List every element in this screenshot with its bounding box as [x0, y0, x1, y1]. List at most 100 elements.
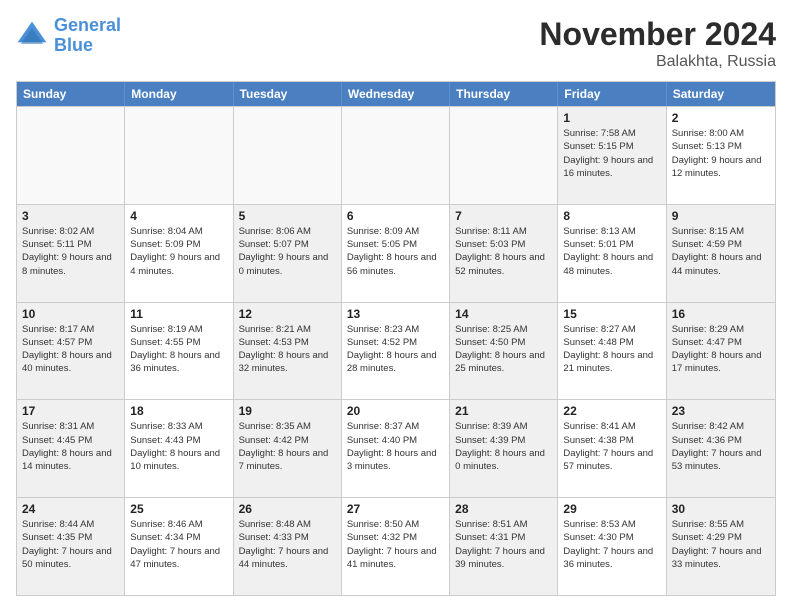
calendar-cell: 27 Sunrise: 8:50 AMSunset: 4:32 PMDayligh…: [342, 498, 450, 595]
day-info: Sunrise: 8:42 AMSunset: 4:36 PMDaylight:…: [672, 420, 770, 473]
day-info: Sunrise: 8:25 AMSunset: 4:50 PMDaylight:…: [455, 323, 552, 376]
day-number: 15: [563, 307, 660, 321]
day-number: 26: [239, 502, 336, 516]
title-block: November 2024 Balakhta, Russia: [539, 16, 776, 71]
day-info: Sunrise: 8:39 AMSunset: 4:39 PMDaylight:…: [455, 420, 552, 473]
calendar-cell: 6Sunrise: 8:09 AMSunset: 5:05 PMDaylight…: [342, 205, 450, 302]
day-info: Sunrise: 8:11 AMSunset: 5:03 PMDaylight:…: [455, 225, 552, 278]
day-number: 29: [563, 502, 660, 516]
calendar-cell: 13 Sunrise: 8:23 AMSunset: 4:52 PMDayligh…: [342, 303, 450, 400]
day-info: Sunrise: 8:15 AMSunset: 4:59 PMDaylight:…: [672, 225, 770, 278]
day-number: 8: [563, 209, 660, 223]
calendar-cell: 16 Sunrise: 8:29 AMSunset: 4:47 PMDayligh…: [667, 303, 775, 400]
calendar-cell: 21 Sunrise: 8:39 AMSunset: 4:39 PMDayligh…: [450, 400, 558, 497]
calendar-cell: [17, 107, 125, 204]
calendar-cell: 25 Sunrise: 8:46 AMSunset: 4:34 PMDayligh…: [125, 498, 233, 595]
day-number: 2: [672, 111, 770, 125]
calendar-cell: 8Sunrise: 8:13 AMSunset: 5:01 PMDaylight…: [558, 205, 666, 302]
day-number: 23: [672, 404, 770, 418]
calendar-cell: 3 Sunrise: 8:02 AMSunset: 5:11 PMDaylight…: [17, 205, 125, 302]
calendar: SundayMondayTuesdayWednesdayThursdayFrid…: [16, 81, 776, 596]
day-info: Sunrise: 8:04 AMSunset: 5:09 PMDaylight:…: [130, 225, 227, 278]
calendar-cell: 26 Sunrise: 8:48 AMSunset: 4:33 PMDayligh…: [234, 498, 342, 595]
day-info: Sunrise: 8:53 AMSunset: 4:30 PMDaylight:…: [563, 518, 660, 571]
day-info: Sunrise: 8:51 AMSunset: 4:31 PMDaylight:…: [455, 518, 552, 571]
day-number: 4: [130, 209, 227, 223]
logo-text: General Blue: [54, 16, 121, 56]
calendar-cell: [342, 107, 450, 204]
day-number: 13: [347, 307, 444, 321]
calendar-cell: 10Sunrise: 8:17 AMSunset: 4:57 PMDayligh…: [17, 303, 125, 400]
calendar-cell: 1 Sunrise: 7:58 AMSunset: 5:15 PMDaylight…: [558, 107, 666, 204]
day-number: 20: [347, 404, 444, 418]
calendar-row: 3 Sunrise: 8:02 AMSunset: 5:11 PMDaylight…: [17, 204, 775, 302]
calendar-cell: 22Sunrise: 8:41 AMSunset: 4:38 PMDayligh…: [558, 400, 666, 497]
day-info: Sunrise: 8:37 AMSunset: 4:40 PMDaylight:…: [347, 420, 444, 473]
day-number: 19: [239, 404, 336, 418]
day-info: Sunrise: 8:44 AMSunset: 4:35 PMDaylight:…: [22, 518, 119, 571]
day-number: 16: [672, 307, 770, 321]
logo: General Blue: [16, 16, 121, 56]
day-number: 14: [455, 307, 552, 321]
day-info: Sunrise: 8:23 AMSunset: 4:52 PMDaylight:…: [347, 323, 444, 376]
calendar-header-cell: Thursday: [450, 82, 558, 106]
day-info: Sunrise: 8:06 AMSunset: 5:07 PMDaylight:…: [239, 225, 336, 278]
day-info: Sunrise: 8:00 AMSunset: 5:13 PMDaylight:…: [672, 127, 770, 180]
day-number: 28: [455, 502, 552, 516]
calendar-cell: 30Sunrise: 8:55 AMSunset: 4:29 PMDayligh…: [667, 498, 775, 595]
day-number: 21: [455, 404, 552, 418]
calendar-cell: 20 Sunrise: 8:37 AMSunset: 4:40 PMDayligh…: [342, 400, 450, 497]
subtitle: Balakhta, Russia: [539, 53, 776, 71]
day-info: Sunrise: 8:21 AMSunset: 4:53 PMDaylight:…: [239, 323, 336, 376]
calendar-cell: 28 Sunrise: 8:51 AMSunset: 4:31 PMDayligh…: [450, 498, 558, 595]
day-info: Sunrise: 8:29 AMSunset: 4:47 PMDaylight:…: [672, 323, 770, 376]
logo-line1: General: [54, 15, 121, 35]
logo-icon: [16, 20, 48, 52]
calendar-cell: [125, 107, 233, 204]
calendar-cell: 2 Sunrise: 8:00 AMSunset: 5:13 PMDaylight…: [667, 107, 775, 204]
calendar-cell: 7Sunrise: 8:11 AMSunset: 5:03 PMDaylight…: [450, 205, 558, 302]
calendar-cell: 11Sunrise: 8:19 AMSunset: 4:55 PMDayligh…: [125, 303, 233, 400]
calendar-body: 1 Sunrise: 7:58 AMSunset: 5:15 PMDaylight…: [17, 106, 775, 595]
calendar-cell: 5 Sunrise: 8:06 AMSunset: 5:07 PMDaylight…: [234, 205, 342, 302]
calendar-header-cell: Friday: [558, 82, 666, 106]
calendar-header-cell: Tuesday: [234, 82, 342, 106]
day-info: Sunrise: 8:35 AMSunset: 4:42 PMDaylight:…: [239, 420, 336, 473]
calendar-cell: 9 Sunrise: 8:15 AMSunset: 4:59 PMDaylight…: [667, 205, 775, 302]
calendar-cell: 29 Sunrise: 8:53 AMSunset: 4:30 PMDayligh…: [558, 498, 666, 595]
calendar-cell: 4 Sunrise: 8:04 AMSunset: 5:09 PMDaylight…: [125, 205, 233, 302]
day-info: Sunrise: 8:48 AMSunset: 4:33 PMDaylight:…: [239, 518, 336, 571]
day-info: Sunrise: 8:02 AMSunset: 5:11 PMDaylight:…: [22, 225, 119, 278]
day-number: 27: [347, 502, 444, 516]
calendar-cell: [450, 107, 558, 204]
day-number: 3: [22, 209, 119, 223]
calendar-cell: 24 Sunrise: 8:44 AMSunset: 4:35 PMDayligh…: [17, 498, 125, 595]
day-info: Sunrise: 8:41 AMSunset: 4:38 PMDaylight:…: [563, 420, 660, 473]
day-number: 25: [130, 502, 227, 516]
day-info: Sunrise: 8:50 AMSunset: 4:32 PMDaylight:…: [347, 518, 444, 571]
calendar-cell: 17Sunrise: 8:31 AMSunset: 4:45 PMDayligh…: [17, 400, 125, 497]
day-info: Sunrise: 8:46 AMSunset: 4:34 PMDaylight:…: [130, 518, 227, 571]
calendar-cell: 15 Sunrise: 8:27 AMSunset: 4:48 PMDayligh…: [558, 303, 666, 400]
calendar-cell: 14 Sunrise: 8:25 AMSunset: 4:50 PMDayligh…: [450, 303, 558, 400]
main-title: November 2024: [539, 16, 776, 53]
calendar-row: 10Sunrise: 8:17 AMSunset: 4:57 PMDayligh…: [17, 302, 775, 400]
day-number: 11: [130, 307, 227, 321]
calendar-row: 17Sunrise: 8:31 AMSunset: 4:45 PMDayligh…: [17, 399, 775, 497]
header: General Blue November 2024 Balakhta, Rus…: [16, 16, 776, 71]
day-info: Sunrise: 8:27 AMSunset: 4:48 PMDaylight:…: [563, 323, 660, 376]
day-number: 5: [239, 209, 336, 223]
logo-line2: Blue: [54, 35, 93, 55]
day-number: 18: [130, 404, 227, 418]
day-number: 9: [672, 209, 770, 223]
day-info: Sunrise: 8:17 AMSunset: 4:57 PMDaylight:…: [22, 323, 119, 376]
calendar-cell: [234, 107, 342, 204]
day-info: Sunrise: 7:58 AMSunset: 5:15 PMDaylight:…: [563, 127, 660, 180]
day-number: 1: [563, 111, 660, 125]
calendar-header: SundayMondayTuesdayWednesdayThursdayFrid…: [17, 82, 775, 106]
calendar-cell: 19 Sunrise: 8:35 AMSunset: 4:42 PMDayligh…: [234, 400, 342, 497]
calendar-row: 24 Sunrise: 8:44 AMSunset: 4:35 PMDayligh…: [17, 497, 775, 595]
day-number: 24: [22, 502, 119, 516]
calendar-header-cell: Wednesday: [342, 82, 450, 106]
day-info: Sunrise: 8:31 AMSunset: 4:45 PMDaylight:…: [22, 420, 119, 473]
